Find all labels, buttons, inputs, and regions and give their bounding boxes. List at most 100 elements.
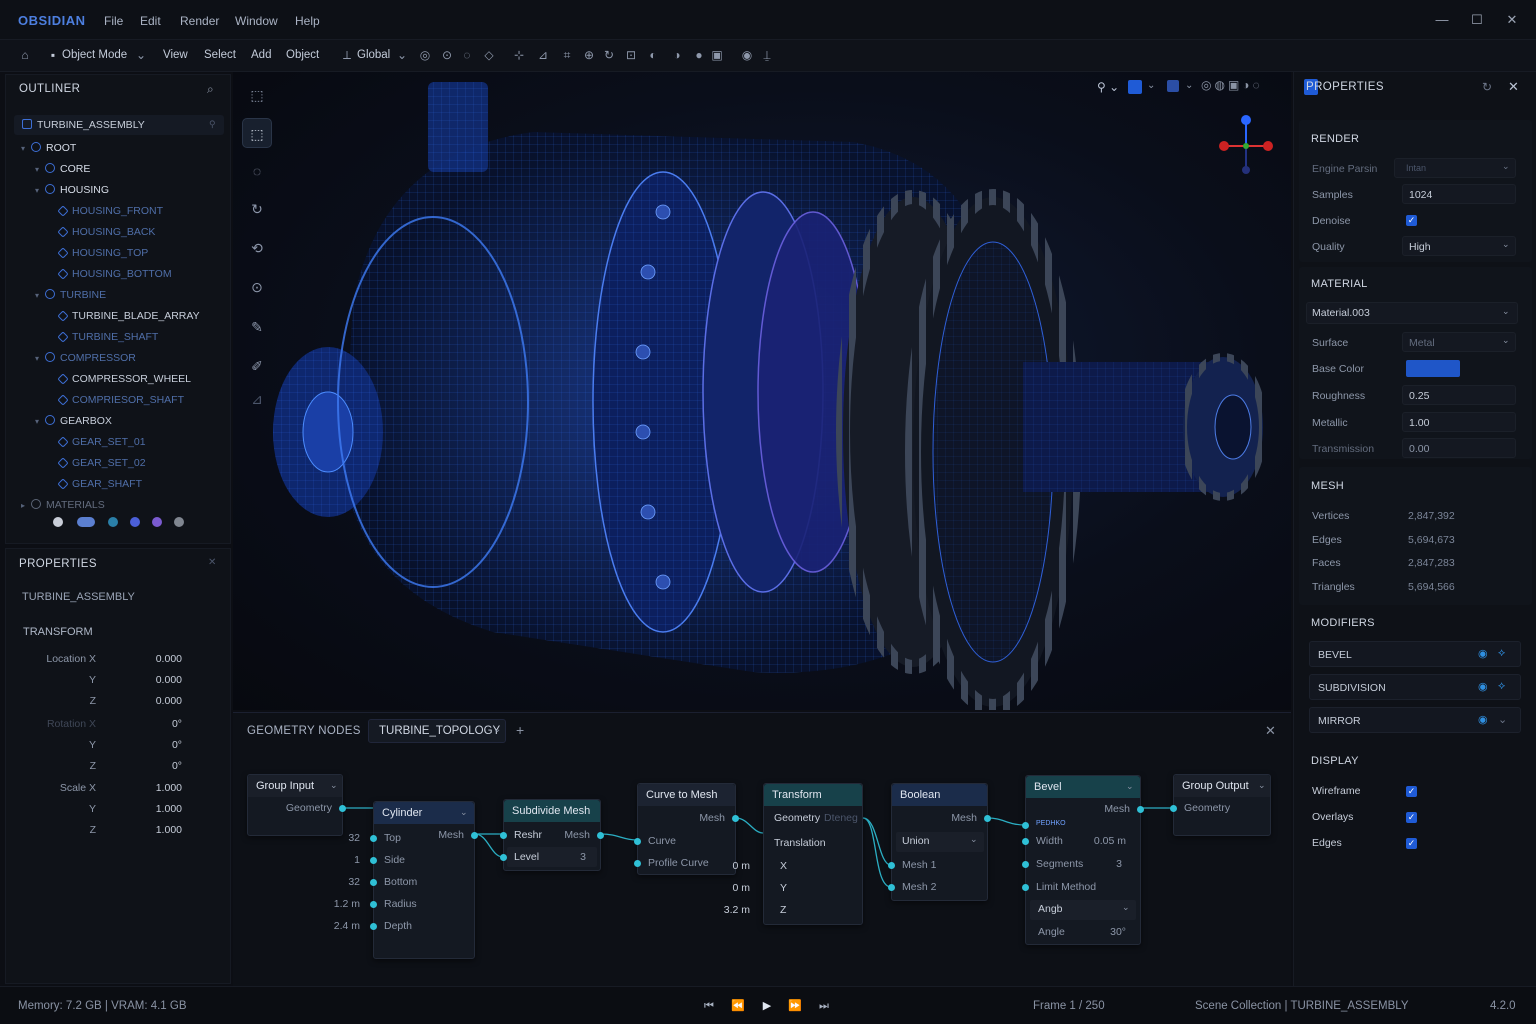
maximize-icon[interactable]: ☐: [1468, 11, 1486, 29]
socket-value[interactable]: 32: [348, 832, 360, 844]
socket-value[interactable]: 1: [354, 854, 360, 866]
denoise-checkbox[interactable]: ✓: [1406, 215, 1417, 226]
annotate-icon[interactable]: ⌗: [560, 48, 574, 62]
visibility-eye-icon[interactable]: ◉: [1478, 680, 1488, 693]
expand-chevron-icon[interactable]: ▸: [21, 497, 31, 515]
expand-chevron-icon[interactable]: ▾: [35, 287, 45, 305]
chevron-down-icon[interactable]: ⌄: [1147, 80, 1155, 91]
input-socket[interactable]: [634, 860, 641, 867]
3d-viewport[interactable]: ⬚ ⬚ ◌ ↻ ⟲ ⊙ ✎ ✐ ⊿ ⚲ ⌄ ⌄ ⌄ ◎◍▣◑◌: [233, 72, 1291, 710]
navigation-gizmo[interactable]: [1216, 112, 1276, 176]
level-value[interactable]: 3: [580, 851, 586, 863]
render-toggle-icon[interactable]: ⟡: [1498, 680, 1505, 693]
toolbar-select[interactable]: Select: [204, 49, 236, 61]
menu-window[interactable]: Window: [235, 14, 278, 28]
render-icon[interactable]: ◉: [740, 48, 754, 62]
input-socket[interactable]: [1022, 884, 1029, 891]
input-socket[interactable]: [888, 862, 895, 869]
visibility-eye-icon[interactable]: ◉: [1478, 713, 1488, 726]
chevron-down-icon[interactable]: ⌄: [1502, 335, 1510, 346]
chevron-down-icon[interactable]: ⌄: [460, 807, 468, 818]
step-back-icon[interactable]: ⏪: [730, 998, 746, 1014]
camera-icon[interactable]: ⍊: [760, 48, 774, 62]
outliner-item[interactable]: ▾ HOUSING: [35, 181, 109, 199]
node-subdivide-mesh[interactable]: Subdivide Mesh Reshr Mesh Level 3: [500, 799, 604, 871]
outliner-item[interactable]: GEAR_SHAFT: [49, 475, 142, 493]
expand-chevron-icon[interactable]: ▾: [35, 182, 45, 200]
rotate-icon[interactable]: ↻: [602, 48, 616, 62]
outliner-item[interactable]: ▾ TURBINE: [35, 286, 106, 304]
transform-orientation-dropdown[interactable]: Global: [357, 49, 390, 61]
pivot-icon[interactable]: ◎: [418, 48, 432, 62]
outliner-item[interactable]: HOUSING_BOTTOM: [49, 265, 172, 283]
chevron-down-icon[interactable]: ⌄: [970, 834, 978, 845]
visibility-eye-icon[interactable]: ◉: [1478, 647, 1488, 660]
refresh-icon[interactable]: ↻: [1482, 80, 1492, 94]
transform-value[interactable]: 1.000: [156, 821, 182, 839]
outliner-item[interactable]: ▾ ROOT: [21, 139, 76, 157]
outliner-item[interactable]: TURBINE_SHAFT: [49, 328, 158, 346]
search-icon[interactable]: ⌕: [207, 82, 214, 97]
chevron-down-icon[interactable]: ⌄: [1258, 780, 1266, 791]
expand-chevron-icon[interactable]: ▾: [35, 350, 45, 368]
object-mode-dropdown[interactable]: Object Mode: [62, 49, 127, 61]
input-socket[interactable]: [888, 884, 895, 891]
gizmo-icon[interactable]: ⊹: [512, 48, 526, 62]
output-socket[interactable]: [732, 815, 739, 822]
input-socket[interactable]: [1170, 805, 1177, 812]
node-group-output[interactable]: Group Output ⌄ Geometry: [1170, 774, 1271, 836]
outliner-item[interactable]: GEAR_SET_02: [49, 454, 146, 472]
output-socket[interactable]: [1137, 806, 1144, 813]
display-option-checkbox[interactable]: ✓: [1406, 812, 1417, 823]
outliner-item[interactable]: GEAR_SET_01: [49, 433, 146, 451]
input-socket[interactable]: [1022, 861, 1029, 868]
snap-icon[interactable]: ⊙: [440, 48, 454, 62]
translation-value[interactable]: 3.2 m: [724, 904, 750, 916]
jump-end-icon[interactable]: ⏭: [816, 998, 832, 1014]
xray-icon[interactable]: ◑: [670, 48, 684, 62]
overlay-toggle-icon[interactable]: [1128, 80, 1142, 94]
modifier-item[interactable]: BEVEL ◉ ⟡: [1309, 641, 1521, 667]
scale-tool[interactable]: ⊙: [242, 272, 272, 302]
transform-value[interactable]: 0°: [172, 715, 182, 733]
display-option-checkbox[interactable]: ✓: [1406, 786, 1417, 797]
chevron-down-icon[interactable]: ⌄: [395, 48, 409, 62]
socket-value[interactable]: 2.4 m: [334, 920, 360, 932]
cursor-tool[interactable]: ◌: [242, 156, 272, 186]
menu-file[interactable]: File: [104, 14, 123, 28]
expand-chevron-icon[interactable]: ▾: [35, 413, 45, 431]
input-socket[interactable]: [1022, 822, 1029, 829]
material-swatch[interactable]: [77, 517, 95, 527]
select-lasso-tool[interactable]: ⬚: [242, 118, 272, 148]
transform-tool[interactable]: ✎: [242, 312, 272, 342]
width-value[interactable]: 0.05 m: [1094, 835, 1126, 847]
node-cylinder[interactable]: Cylinder ⌄ Mesh Top 32 Side 1 Bottom 32 Radius…: [334, 801, 478, 959]
material-swatch[interactable]: [174, 517, 184, 527]
outliner-item[interactable]: COMPRIESOR_SHAFT: [49, 391, 184, 409]
select-box-tool[interactable]: ⬚: [242, 80, 272, 110]
expand-chevron-icon[interactable]: ▾: [35, 161, 45, 179]
menu-edit[interactable]: Edit: [140, 14, 161, 28]
translation-value[interactable]: 0 m: [732, 860, 750, 872]
outliner-item[interactable]: HOUSING_FRONT: [49, 202, 163, 220]
filter-icon[interactable]: ⚲: [209, 119, 216, 130]
base-color-swatch[interactable]: [1406, 360, 1460, 377]
angle-value[interactable]: 30°: [1110, 926, 1126, 938]
scale-icon[interactable]: ⊡: [624, 48, 638, 62]
transform-value[interactable]: 0°: [172, 736, 182, 754]
rotate-tool[interactable]: ⟲: [242, 233, 272, 263]
menu-help[interactable]: Help: [295, 14, 320, 28]
material-swatch[interactable]: [130, 517, 140, 527]
socket-value[interactable]: 32: [348, 876, 360, 888]
render-toggle-icon[interactable]: ⟡: [1498, 647, 1505, 660]
material-swatch[interactable]: [53, 517, 63, 527]
transform-value[interactable]: 0.000: [156, 692, 182, 710]
node-curve-to-mesh[interactable]: Curve to Mesh Mesh Curve Profile Curve: [634, 783, 739, 875]
measure-tool[interactable]: ⊿: [242, 384, 272, 414]
transform-value[interactable]: 0.000: [156, 671, 182, 689]
outliner-item[interactable]: ▾ GEARBOX: [35, 412, 112, 430]
modifier-item[interactable]: MIRROR ◉ ⌄: [1309, 707, 1521, 733]
measure-icon[interactable]: ⊿: [536, 48, 550, 62]
display-option-checkbox[interactable]: ✓: [1406, 838, 1417, 849]
shading-icon[interactable]: ●: [692, 48, 706, 62]
